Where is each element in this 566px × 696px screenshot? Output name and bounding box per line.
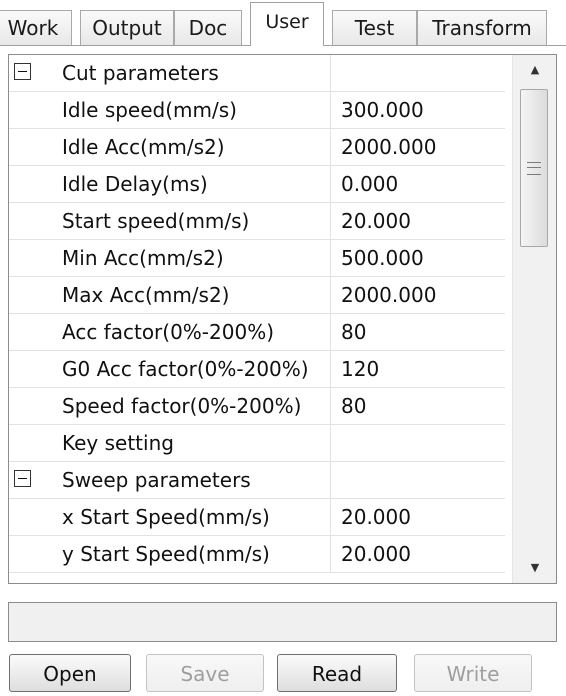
scroll-up-arrow-icon[interactable]: ▲ [513, 55, 556, 85]
tab-bar: Work Output Doc User Test Transform [0, 0, 566, 46]
property-name: Key setting [45, 425, 331, 461]
property-row[interactable]: Key setting [9, 425, 505, 462]
property-value[interactable]: 80 [331, 388, 505, 424]
category-row[interactable]: Cut parameters [9, 55, 505, 92]
category-label: Cut parameters [45, 55, 331, 91]
property-name: Idle Delay(ms) [45, 166, 331, 202]
tab-output[interactable]: Output [80, 10, 174, 45]
scroll-down-arrow-icon[interactable]: ▼ [513, 553, 556, 583]
property-value[interactable]: 20.000 [331, 536, 505, 572]
property-row[interactable]: Min Acc(mm/s2) 500.000 [9, 240, 505, 277]
property-value[interactable]: 300.000 [331, 92, 505, 128]
property-row[interactable]: Idle Acc(mm/s2) 2000.000 [9, 129, 505, 166]
save-button[interactable]: Save [146, 654, 264, 692]
tab-work[interactable]: Work [0, 10, 72, 45]
category-row[interactable]: Sweep parameters [9, 462, 505, 499]
collapse-icon[interactable] [14, 63, 31, 80]
property-name: Max Acc(mm/s2) [45, 277, 331, 313]
read-button[interactable]: Read [277, 654, 397, 692]
property-name: G0 Acc factor(0%-200%) [45, 351, 331, 387]
property-name: Start speed(mm/s) [45, 203, 331, 239]
tab-transform[interactable]: Transform [417, 10, 547, 45]
write-button[interactable]: Write [414, 654, 532, 692]
property-name: Idle Acc(mm/s2) [45, 129, 331, 165]
property-name: x Start Speed(mm/s) [45, 499, 331, 535]
property-value[interactable]: 120 [331, 351, 505, 387]
property-name: Idle speed(mm/s) [45, 92, 331, 128]
tab-test[interactable]: Test [332, 10, 417, 45]
collapse-icon[interactable] [14, 470, 31, 487]
property-value[interactable]: 80 [331, 314, 505, 350]
vertical-scrollbar[interactable]: ▲ ▼ [512, 55, 556, 583]
property-value[interactable]: 2000.000 [331, 277, 505, 313]
property-value[interactable]: 20.000 [331, 499, 505, 535]
property-row[interactable]: y Start Speed(mm/s) 20.000 [9, 536, 505, 573]
property-grid: Cut parameters Idle speed(mm/s) 300.000 Idl… [8, 54, 557, 584]
property-row[interactable]: G0 Acc factor(0%-200%) 120 [9, 351, 505, 388]
category-label: Sweep parameters [45, 462, 331, 498]
property-name: Acc factor(0%-200%) [45, 314, 331, 350]
property-row[interactable]: Idle Delay(ms) 0.000 [9, 166, 505, 203]
property-value[interactable]: 2000.000 [331, 129, 505, 165]
property-value[interactable]: 20.000 [331, 203, 505, 239]
property-value[interactable]: 500.000 [331, 240, 505, 276]
description-bar [8, 602, 557, 642]
property-value[interactable]: 0.000 [331, 166, 505, 202]
property-value [331, 462, 505, 498]
property-row[interactable]: Max Acc(mm/s2) 2000.000 [9, 277, 505, 314]
property-value[interactable] [331, 425, 505, 461]
scrollbar-grip-icon [527, 162, 541, 175]
scrollbar-thumb[interactable] [520, 89, 548, 247]
tab-user[interactable]: User [250, 2, 324, 46]
property-row[interactable]: Acc factor(0%-200%) 80 [9, 314, 505, 351]
property-row[interactable]: Speed factor(0%-200%) 80 [9, 388, 505, 425]
property-row[interactable]: Start speed(mm/s) 20.000 [9, 203, 505, 240]
tab-doc[interactable]: Doc [174, 10, 242, 45]
property-name: Speed factor(0%-200%) [45, 388, 331, 424]
property-name: Min Acc(mm/s2) [45, 240, 331, 276]
property-row[interactable]: Idle speed(mm/s) 300.000 [9, 92, 505, 129]
property-name: y Start Speed(mm/s) [45, 536, 331, 572]
property-value [331, 55, 505, 91]
property-row[interactable]: x Start Speed(mm/s) 20.000 [9, 499, 505, 536]
open-button[interactable]: Open [9, 654, 131, 692]
